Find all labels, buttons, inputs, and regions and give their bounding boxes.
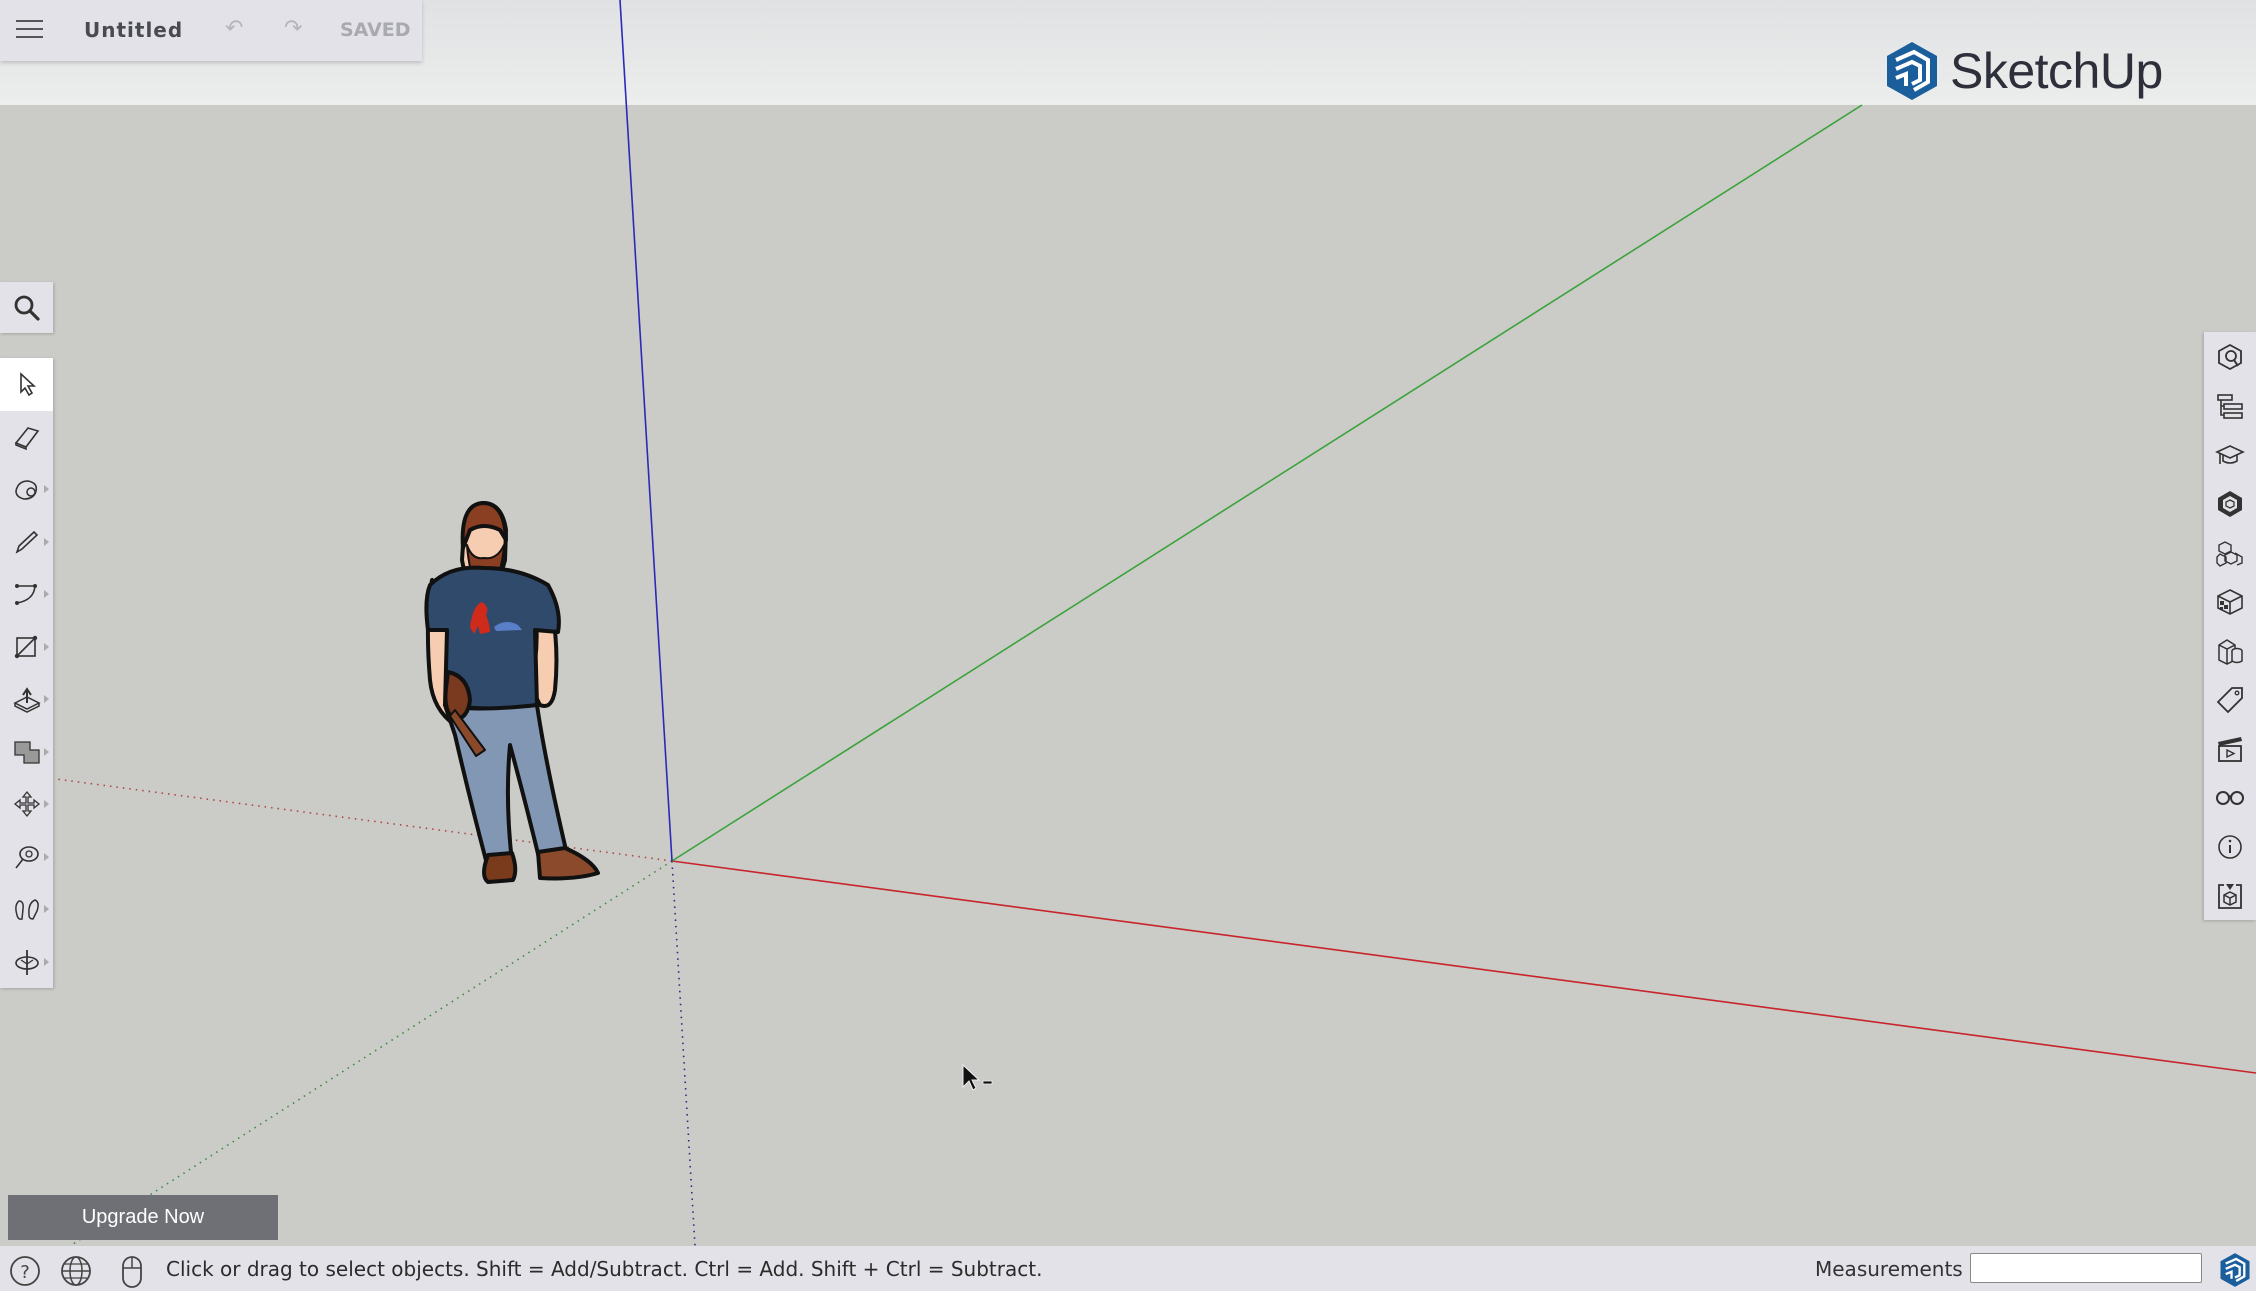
- push-pull-icon: [12, 687, 41, 714]
- left-toolbar: [0, 358, 53, 988]
- flyout-arrow-icon: [44, 695, 49, 704]
- viewport-canvas[interactable]: [0, 0, 2256, 1246]
- logo-text: SketchUp: [1950, 43, 2163, 99]
- flyout-arrow-icon: [44, 485, 49, 494]
- select-arrow-icon: [19, 372, 36, 397]
- red-axis: [671, 860, 2256, 1074]
- svg-text:?: ?: [20, 1262, 30, 1283]
- scenes-icon: [2218, 736, 2242, 762]
- tool-orbit[interactable]: [0, 936, 53, 989]
- panel-solid-tools[interactable]: [2204, 626, 2256, 675]
- flyout-arrow-icon: [44, 590, 49, 599]
- flyout-arrow-icon: [44, 747, 49, 756]
- move-icon: [13, 791, 40, 818]
- green-axis: [671, 104, 1863, 862]
- tool-move[interactable]: [0, 778, 53, 831]
- arc-icon: [14, 584, 37, 606]
- panel-scenes[interactable]: [2204, 724, 2256, 773]
- status-bar: ? Click or drag to select objects. Shift…: [0, 1246, 2256, 1291]
- panel-entity-info[interactable]: [2204, 332, 2256, 381]
- measurements-input[interactable]: [1970, 1253, 2202, 1283]
- tool-arc[interactable]: [0, 568, 53, 621]
- sketchup-logo-icon: [1887, 42, 1937, 100]
- panel-outliner[interactable]: [2204, 381, 2256, 430]
- hamburger-menu-icon[interactable]: [16, 20, 43, 38]
- tag-icon: [2216, 686, 2243, 713]
- panel-instructor[interactable]: [2204, 430, 2256, 479]
- sketchup-logo-icon[interactable]: [2218, 1252, 2252, 1288]
- flyout-arrow-icon: [44, 852, 49, 861]
- save-status: SAVED: [340, 19, 411, 41]
- materials-icon: [2217, 588, 2243, 615]
- paint-icon: [14, 480, 37, 501]
- panel-styles[interactable]: [2204, 479, 2256, 528]
- globe-icon[interactable]: [58, 1254, 94, 1288]
- flyout-arrow-icon: [44, 800, 49, 809]
- sketchup-logo: SketchUp: [1884, 40, 2163, 102]
- tool-eraser[interactable]: [0, 411, 53, 464]
- tool-offset[interactable]: [0, 726, 53, 779]
- tool-line[interactable]: [0, 516, 53, 569]
- panel-components[interactable]: [2204, 528, 2256, 577]
- redo-icon[interactable]: ↷: [284, 16, 302, 41]
- blue-axis-negative: [671, 860, 696, 1246]
- mouse-cursor-icon: [962, 1063, 993, 1091]
- solid-tools-icon: [2218, 638, 2243, 665]
- mouse-icon[interactable]: [118, 1254, 146, 1290]
- panel-materials[interactable]: [2204, 577, 2256, 626]
- panel-3d-warehouse[interactable]: [2204, 871, 2256, 920]
- outliner-icon: [2217, 393, 2243, 419]
- undo-icon[interactable]: ↶: [225, 16, 243, 41]
- upgrade-now-button[interactable]: Upgrade Now: [8, 1195, 278, 1240]
- panel-model-info[interactable]: [2204, 822, 2256, 871]
- search-icon: [14, 295, 40, 321]
- status-message: Click or drag to select objects. Shift =…: [166, 1257, 1043, 1281]
- tape-measure-icon: [14, 845, 39, 869]
- pencil-icon: [15, 530, 38, 554]
- eraser-icon: [14, 426, 39, 450]
- tool-push-pull[interactable]: [0, 673, 53, 726]
- warehouse-icon: [2218, 883, 2242, 909]
- measurements-label: Measurements: [1815, 1257, 1963, 1281]
- footprints-icon: [14, 899, 39, 921]
- tool-walk[interactable]: [0, 883, 53, 936]
- tool-paint[interactable]: [0, 463, 53, 516]
- glasses-icon: [2216, 790, 2244, 805]
- tool-select[interactable]: [0, 358, 53, 411]
- right-panel-toolbar: [2204, 332, 2256, 920]
- orbit-icon: [14, 949, 39, 975]
- offset-icon: [13, 741, 40, 764]
- components-icon: [2216, 540, 2243, 567]
- file-panel: Untitled ↶ ↷ SAVED: [0, 0, 422, 61]
- document-title[interactable]: Untitled: [84, 18, 183, 42]
- help-icon[interactable]: ?: [8, 1254, 42, 1288]
- panel-tags[interactable]: [2204, 675, 2256, 724]
- instructor-icon: [2215, 444, 2245, 464]
- blue-axis: [619, 0, 673, 862]
- flyout-arrow-icon: [44, 642, 49, 651]
- red-axis-negative: [55, 778, 673, 862]
- tool-tape-measure[interactable]: [0, 831, 53, 884]
- flyout-arrow-icon: [44, 905, 49, 914]
- rectangle-icon: [14, 635, 37, 658]
- flyout-arrow-icon: [44, 537, 49, 546]
- styles-icon: [2218, 490, 2242, 517]
- search-button[interactable]: [0, 282, 53, 333]
- flyout-arrow-icon: [44, 957, 49, 966]
- tool-rectangle[interactable]: [0, 621, 53, 674]
- info-icon: [2218, 834, 2242, 859]
- panel-display[interactable]: [2204, 773, 2256, 822]
- green-axis-negative: [69, 860, 673, 1246]
- scale-figure[interactable]: [424, 501, 600, 884]
- entity-info-icon: [2218, 343, 2242, 370]
